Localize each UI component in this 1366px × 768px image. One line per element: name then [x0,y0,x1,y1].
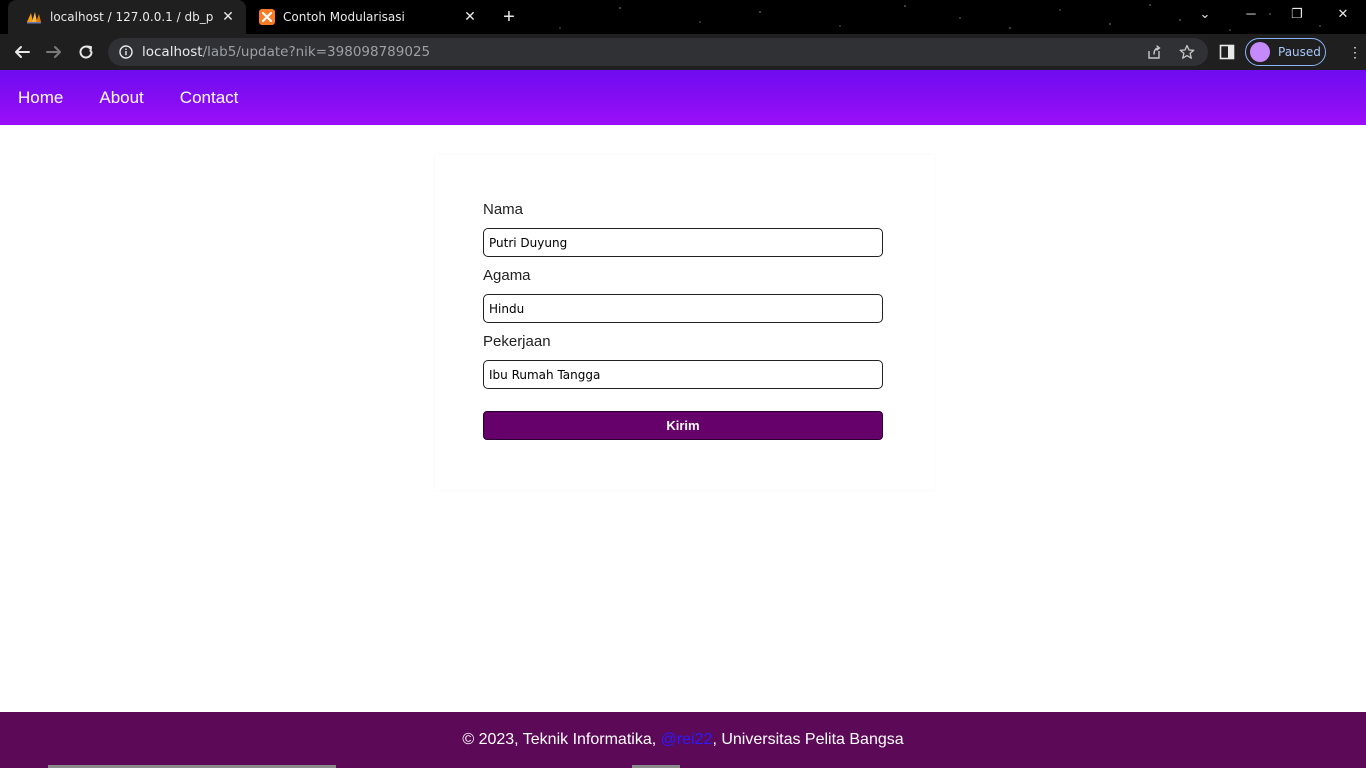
tab-title: localhost / 127.0.0.1 / db_penduduk [50,10,214,24]
agama-input[interactable] [483,294,883,323]
xampp-icon [259,9,275,25]
tab-search-icon[interactable]: ⌄ [1195,6,1215,22]
site-navbar: Home About Contact [0,70,1366,125]
bookmark-star-icon[interactable] [1179,44,1195,60]
browser-toolbar: localhost/lab5/update?nik=398098789025 P… [0,34,1366,70]
tab-title: Contoh Modularisasi [283,10,405,24]
site-info-icon[interactable] [119,45,133,59]
agama-label: Agama [483,267,531,284]
url-text: localhost/lab5/update?nik=398098789025 [142,44,430,60]
pekerjaan-input[interactable] [483,360,883,389]
phpmyadmin-icon [27,12,41,24]
avatar [1250,42,1270,62]
share-icon[interactable] [1146,44,1162,60]
nama-input[interactable] [483,228,883,257]
browser-tab-phpmyadmin[interactable]: localhost / 127.0.0.1 / db_penduduk ✕ [8,0,246,34]
back-icon[interactable] [10,40,34,64]
footer-author-link[interactable]: @rei22 [661,731,713,749]
close-tab-icon[interactable]: ✕ [220,9,236,25]
kirim-button[interactable]: Kirim [483,411,883,440]
restore-icon[interactable]: ❐ [1287,6,1307,22]
profile-button[interactable]: Paused [1245,38,1326,66]
side-panel-icon[interactable] [1219,44,1235,60]
footer-copyright: © 2023, Teknik Informatika, [462,731,661,748]
nav-link-about[interactable]: About [99,88,143,108]
forward-icon[interactable] [42,40,66,64]
browser-tab-contoh-modularisasi[interactable]: Contoh Modularisasi ✕ [248,0,488,34]
nav-link-contact[interactable]: Contact [180,88,239,108]
close-tab-icon[interactable]: ✕ [462,9,478,25]
minimize-icon[interactable]: ─ [1241,6,1261,21]
close-window-icon[interactable]: ✕ [1333,6,1353,22]
address-bar[interactable]: localhost/lab5/update?nik=398098789025 [108,38,1208,66]
new-tab-icon[interactable]: + [498,7,520,27]
site-footer: © 2023, Teknik Informatika, @rei22, Univ… [0,712,1366,768]
reload-icon[interactable] [74,40,98,64]
url-host: localhost [142,44,203,60]
browser-tab-strip: localhost / 127.0.0.1 / db_penduduk ✕ Co… [0,0,1366,34]
nav-link-home[interactable]: Home [18,88,63,108]
nama-label: Nama [483,201,524,218]
pekerjaan-label: Pekerjaan [483,333,551,350]
profile-status: Paused [1278,45,1321,59]
footer-university: , Universitas Pelita Bangsa [712,731,904,748]
url-path: /lab5/update?nik=398098789025 [202,44,431,60]
browser-menu-icon[interactable]: ⋮ [1348,44,1362,61]
